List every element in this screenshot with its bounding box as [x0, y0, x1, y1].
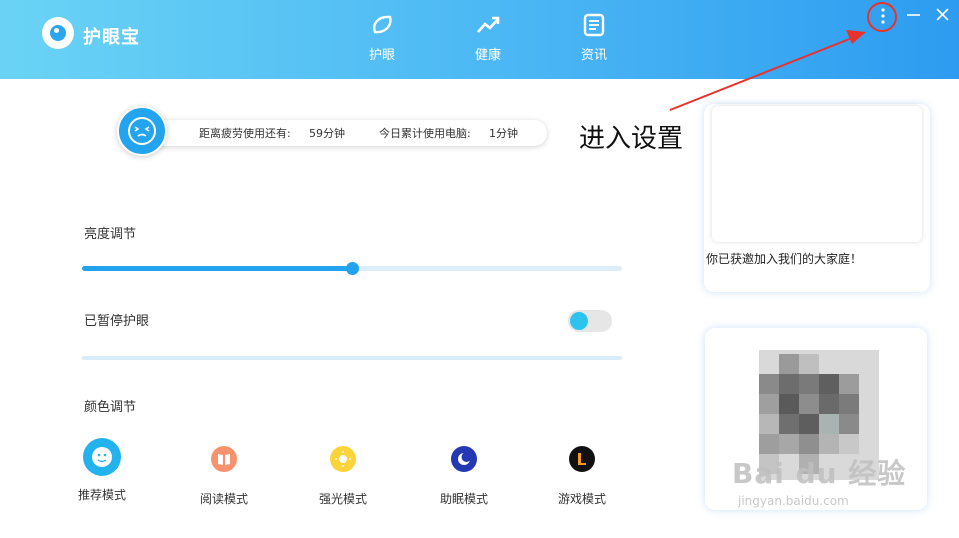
mode-game[interactable]: 游戏模式: [542, 446, 622, 507]
game-l-icon: [569, 446, 595, 472]
invite-card-text: 你已获邀加入我们的大家庭！: [706, 252, 863, 266]
baidu-watermark: Bai du 经验: [732, 457, 907, 490]
invite-card[interactable]: 你已获邀加入我们的大家庭！: [704, 104, 930, 292]
recommend-face-icon: [83, 438, 121, 476]
tab-label: 护眼: [368, 48, 395, 63]
tab-eye-care[interactable]: 护眼: [352, 10, 412, 66]
brightness-title: 亮度调节: [84, 227, 137, 242]
status-pill: 距离疲劳使用还有: 59分钟 今日累计使用电脑: 1分钟: [137, 120, 547, 146]
pause-eye-care-title: 已暂停护眼: [84, 314, 150, 329]
mode-sleep[interactable]: 助眠模式: [424, 446, 504, 507]
sun-icon: [330, 446, 356, 472]
tab-label: 健康: [474, 48, 501, 63]
tab-health[interactable]: 健康: [458, 10, 518, 66]
brightness-slider-thumb[interactable]: [346, 262, 359, 275]
more-vertical-icon: [881, 8, 885, 24]
today-usage-value: 1分钟: [489, 127, 518, 140]
close-icon: [936, 8, 949, 21]
status-face-icon: [117, 106, 167, 156]
today-usage-label: 今日累计使用电脑:: [379, 127, 471, 140]
pause-toggle[interactable]: [568, 310, 612, 332]
tab-news[interactable]: 资讯: [564, 10, 624, 66]
app-title: 护眼宝: [83, 27, 140, 48]
app-logo-icon: [42, 17, 74, 49]
mode-label: 游戏模式: [557, 492, 606, 506]
minimize-icon: [907, 14, 920, 16]
fatigue-label: 距离疲劳使用还有:: [199, 127, 291, 140]
baidu-watermark-url: jingyan.baidu.com: [738, 494, 849, 508]
mode-label: 推荐模式: [77, 488, 126, 502]
invite-card-image: [712, 106, 922, 242]
mode-bright-light[interactable]: 强光模式: [303, 446, 383, 507]
eye-leaf-icon: [373, 15, 392, 34]
news-icon: [583, 13, 605, 37]
brightness-slider[interactable]: [82, 262, 622, 275]
mode-recommend[interactable]: 推荐模式: [62, 438, 142, 503]
toggle-knob: [570, 312, 588, 330]
more-menu-button[interactable]: [868, 4, 898, 28]
tab-label: 资讯: [580, 48, 607, 63]
close-button[interactable]: [928, 4, 958, 28]
mode-reading[interactable]: 阅读模式: [184, 446, 264, 507]
color-adjust-title: 颜色调节: [84, 400, 137, 415]
minimize-button[interactable]: [898, 4, 928, 28]
brightness-slider-fill: [82, 266, 352, 271]
book-icon: [211, 446, 237, 472]
usage-status-bar: 距离疲劳使用还有: 59分钟 今日累计使用电脑: 1分钟: [117, 104, 547, 156]
moon-icon: [451, 446, 477, 472]
mode-label: 阅读模式: [199, 492, 248, 506]
mode-label: 强光模式: [318, 492, 367, 506]
mode-label: 助眠模式: [439, 492, 488, 506]
title-bar: 护眼宝 护眼 健康 资讯: [0, 0, 959, 79]
trend-icon: [477, 16, 500, 33]
divider: [82, 356, 622, 360]
fatigue-value: 59分钟: [309, 127, 345, 140]
annotation-text: 进入设置: [579, 124, 684, 154]
